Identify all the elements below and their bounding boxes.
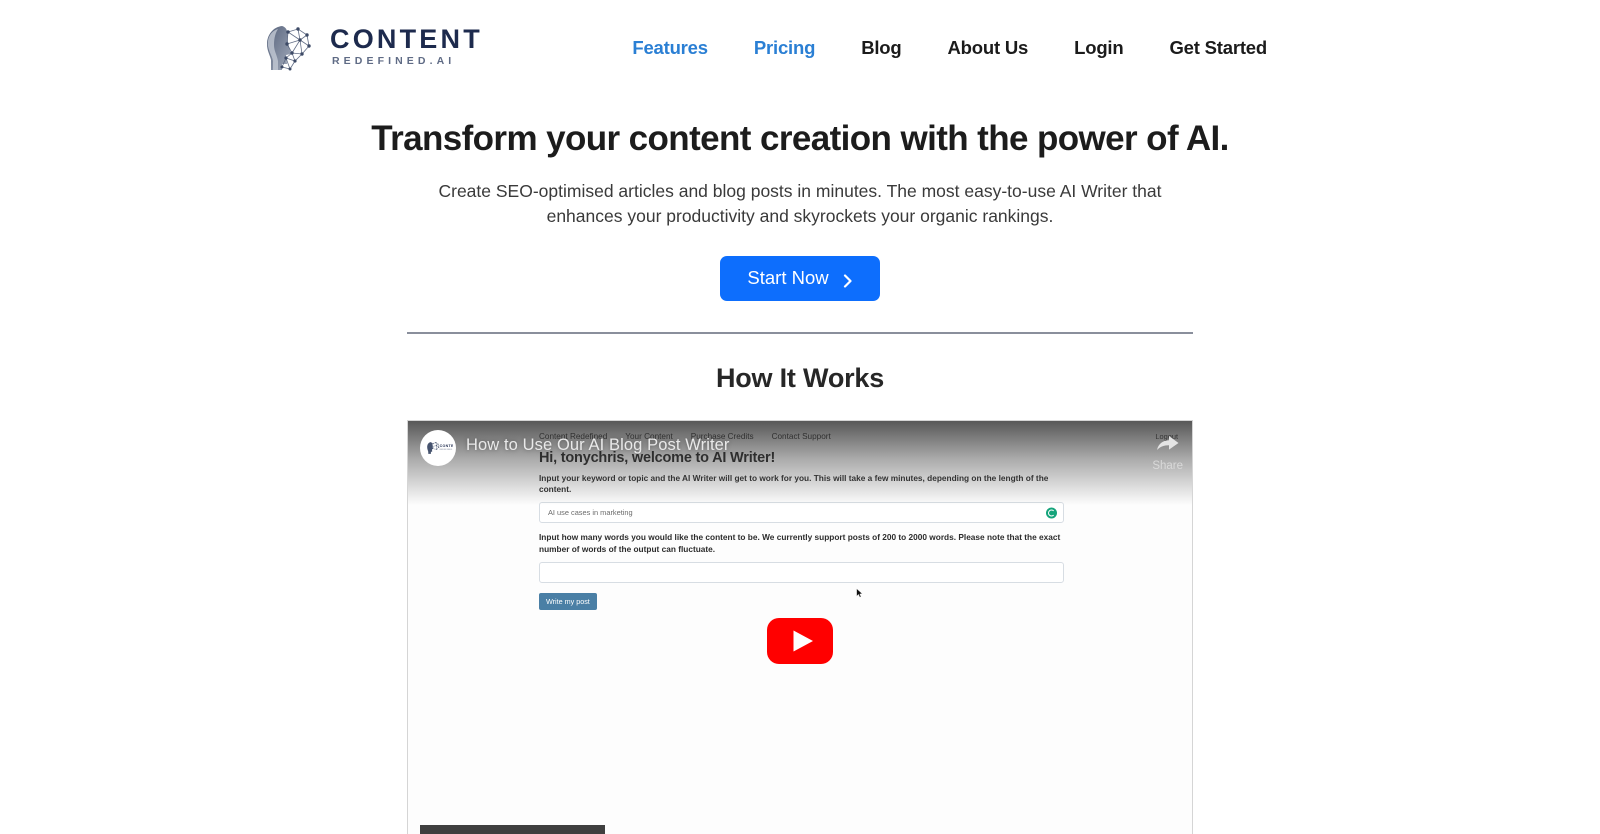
brand-logo[interactable]: CONTENT REDEFINED.AI bbox=[262, 20, 483, 76]
youtube-video-embed[interactable]: Content Redefined Your Content Purchase … bbox=[407, 419, 1193, 834]
start-now-button[interactable]: Start Now bbox=[720, 255, 880, 301]
chevron-right-icon bbox=[843, 271, 853, 288]
thumbnail-instruction-1: Input your keyword or topic and the AI W… bbox=[539, 472, 1049, 495]
mouse-cursor-icon bbox=[856, 585, 863, 598]
hero-section: Transform your content creation with the… bbox=[0, 95, 1600, 334]
thumbnail-nav-contact-support: Contact Support bbox=[771, 431, 831, 441]
thumbnail-write-my-post-button: Write my post bbox=[539, 592, 597, 610]
hero-subtitle: Create SEO-optimised articles and blog p… bbox=[438, 180, 1162, 227]
thumbnail-wordcount-input bbox=[539, 561, 1064, 583]
thumbnail-keyword-value: AI use cases in marketing bbox=[548, 508, 633, 518]
brand-name: CONTENT bbox=[330, 23, 483, 54]
main-navigation: Features Pricing Blog About Us Login Get… bbox=[609, 29, 1338, 67]
watch-on-youtube-button[interactable]: Watch on YouTube bbox=[420, 824, 606, 834]
nav-item-features[interactable]: Features bbox=[609, 29, 731, 67]
nav-item-pricing[interactable]: Pricing bbox=[731, 29, 838, 67]
svg-text:CONTENT: CONTENT bbox=[440, 444, 453, 448]
page-title: Transform your content creation with the… bbox=[371, 119, 1229, 158]
thumbnail-instruction-2: Input how many words you would like the … bbox=[539, 532, 1061, 554]
start-now-label: Start Now bbox=[747, 267, 829, 288]
brand-wordmark: CONTENT REDEFINED.AI bbox=[330, 25, 483, 70]
nav-item-login[interactable]: Login bbox=[1051, 29, 1146, 67]
share-arrow-icon bbox=[1155, 433, 1181, 458]
brand-tagline: REDEFINED.AI bbox=[332, 55, 456, 68]
section-divider bbox=[407, 331, 1193, 334]
grammarly-icon bbox=[1046, 507, 1057, 519]
thumbnail-app-body: Hi, tonychris, welcome to AI Writer! Inp… bbox=[408, 441, 1192, 610]
share-label: Share bbox=[1152, 459, 1183, 472]
site-header: CONTENT REDEFINED.AI Features Pricing Bl… bbox=[0, 0, 1600, 95]
svg-text:REDEFINED.AI: REDEFINED.AI bbox=[440, 448, 453, 451]
video-title: How to Use Our AI Blog Post Writer bbox=[466, 435, 730, 454]
nav-item-about-us[interactable]: About Us bbox=[925, 29, 1052, 67]
head-network-logo-icon bbox=[262, 20, 316, 76]
how-it-works-section: How It Works Content Redefined Your Cont… bbox=[0, 363, 1600, 834]
nav-item-blog[interactable]: Blog bbox=[838, 29, 924, 67]
channel-avatar-icon[interactable]: CONTENT REDEFINED.AI bbox=[420, 429, 456, 466]
how-it-works-title: How It Works bbox=[715, 362, 885, 393]
thumbnail-keyword-input: AI use cases in marketing bbox=[539, 502, 1064, 524]
youtube-play-icon[interactable] bbox=[767, 617, 833, 664]
share-button[interactable]: Share bbox=[1152, 433, 1183, 472]
nav-item-get-started[interactable]: Get Started bbox=[1146, 29, 1290, 67]
cta-container: Start Now bbox=[0, 255, 1600, 301]
